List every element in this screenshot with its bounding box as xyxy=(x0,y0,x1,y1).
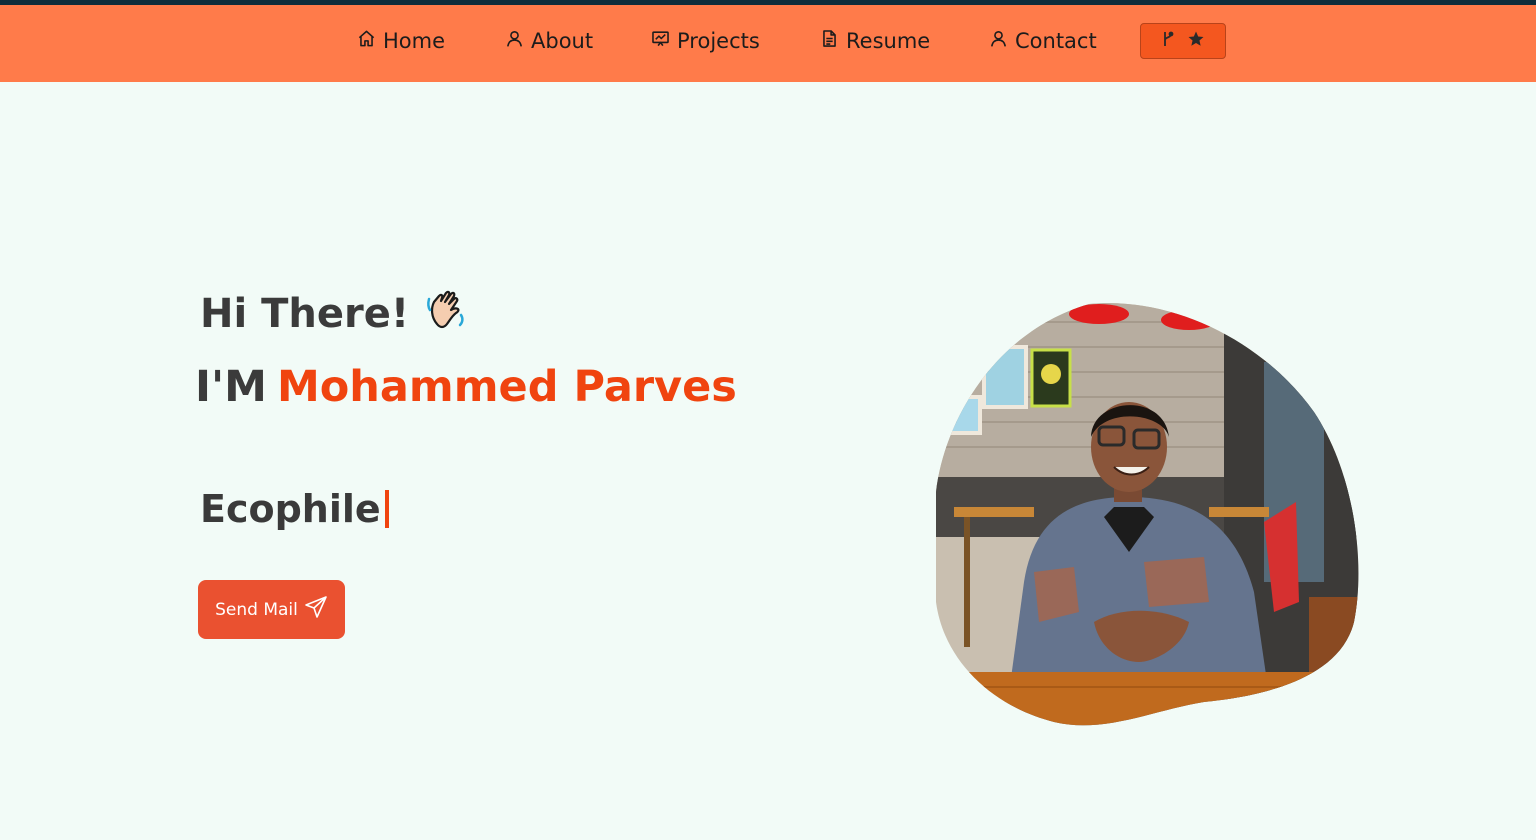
person-name: Mohammed Parves xyxy=(276,362,737,412)
nav-about-label: About xyxy=(531,29,594,53)
nav-projects[interactable]: Projects xyxy=(651,5,760,77)
nav-home[interactable]: Home xyxy=(357,5,445,77)
document-icon xyxy=(820,29,839,53)
send-mail-label: Send Mail xyxy=(215,599,298,620)
nav-resume-label: Resume xyxy=(846,29,931,53)
waving-hand-icon xyxy=(423,284,473,344)
intro-heading: I'M Mohammed Parves xyxy=(195,362,737,412)
github-fork-star-button[interactable] xyxy=(1140,23,1226,59)
send-mail-button[interactable]: Send Mail xyxy=(198,580,345,639)
typing-cursor xyxy=(384,490,389,528)
git-fork-icon xyxy=(1161,31,1175,51)
nav-resume[interactable]: Resume xyxy=(820,5,930,77)
greeting-text: Hi There! xyxy=(200,291,410,337)
presentation-icon xyxy=(651,29,670,53)
intro-prefix: I'M xyxy=(195,362,267,412)
nav-contact[interactable]: Contact xyxy=(989,5,1097,77)
user-icon xyxy=(989,29,1008,53)
navbar: Home About Projects Resume Contact xyxy=(0,5,1536,82)
typed-role-text: Ecophile xyxy=(200,487,381,531)
nav-about[interactable]: About xyxy=(505,5,593,77)
home-icon xyxy=(357,29,376,53)
user-icon xyxy=(505,29,524,53)
greeting-heading: Hi There! xyxy=(200,284,473,344)
nav-home-label: Home xyxy=(383,29,446,53)
paper-plane-icon xyxy=(304,595,328,624)
typewriter-role: Ecophile xyxy=(200,487,389,531)
nav-projects-label: Projects xyxy=(677,29,760,53)
nav-contact-label: Contact xyxy=(1015,29,1097,53)
profile-photo xyxy=(934,302,1360,730)
star-icon xyxy=(1187,30,1205,52)
